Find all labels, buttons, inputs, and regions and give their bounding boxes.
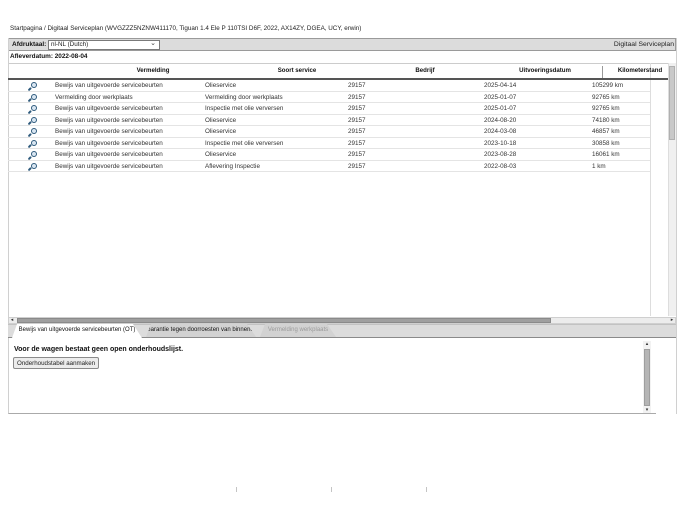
language-select-value: nl-NL (Dutch) — [51, 41, 89, 48]
scan-crop-mark — [331, 487, 332, 492]
col-header-uitvoeringsdatum: Uitvoeringsdatum — [519, 67, 571, 74]
magnifier-icon[interactable] — [28, 93, 37, 102]
arrow-up-icon[interactable]: ▴ — [643, 341, 651, 348]
chevron-down-icon: ⌄ — [150, 40, 156, 47]
scan-crop-mark — [426, 487, 427, 492]
delivery-date: Afleverdatum: 2022-08-04 — [10, 53, 87, 60]
table-row: Bewijs van uitgevoerde servicebeurten Ol… — [8, 115, 650, 126]
cell-kilometerstand: 92765 km — [592, 93, 620, 101]
magnifier-icon[interactable] — [28, 116, 37, 125]
table-horizontal-scrollbar-thumb[interactable] — [17, 318, 551, 323]
cell-uitvoeringsdatum: 2022-08-03 — [484, 162, 517, 170]
cell-bedrijf: 29157 — [348, 93, 366, 101]
table-vertical-scrollbar-thumb[interactable] — [669, 66, 675, 140]
breadcrumb: Startpagina / Digitaal Serviceplan (WVGZ… — [10, 25, 362, 32]
print-language-label: Afdruktaal: — [12, 41, 47, 48]
table-top-border — [8, 63, 676, 64]
cell-bedrijf: 29157 — [348, 151, 366, 158]
cell-bedrijf: 29157 — [348, 128, 366, 135]
tab-garantie-doorroesten[interactable]: Garantie tegen doorroesten van binnenuit — [146, 324, 256, 337]
cell-vermelding: Bewijs van uitgevoerde servicebeurten — [55, 116, 163, 124]
magnifier-icon[interactable] — [28, 128, 37, 137]
cell-soort-service: Olieservice — [205, 82, 237, 89]
app-title: Digitaal Serviceplan — [613, 41, 674, 48]
cell-bedrijf: 29157 — [348, 105, 366, 112]
cell-vermelding: Bewijs van uitgevoerde servicebeurten — [55, 82, 163, 89]
cell-uitvoeringsdatum: 2024-08-20 — [484, 116, 517, 124]
table-row: Bewijs van uitgevoerde servicebeurten In… — [8, 103, 650, 115]
cell-vermelding: Bewijs van uitgevoerde servicebeurten — [55, 128, 163, 135]
cell-bedrijf: 29157 — [348, 162, 366, 170]
cell-uitvoeringsdatum: 2025-01-07 — [484, 93, 517, 101]
magnifier-icon[interactable] — [28, 82, 37, 91]
cell-kilometerstand: 105299 km — [592, 82, 624, 89]
cell-soort-service: Inspectie met olie verversen — [205, 105, 284, 112]
cell-uitvoeringsdatum: 2025-01-07 — [484, 105, 517, 112]
arrow-left-icon[interactable]: ◂ — [8, 317, 16, 324]
cell-vermelding: Vermelding door werkplaats — [55, 93, 133, 101]
service-history-table: Bewijs van uitgevoerde servicebeurten Ol… — [8, 80, 650, 172]
cell-uitvoeringsdatum: 2023-08-28 — [484, 151, 517, 158]
cell-uitvoeringsdatum: 2025-04-14 — [484, 82, 517, 89]
col-header-vermelding: Vermelding — [136, 67, 170, 74]
tab-bewijs-servicebeurten[interactable]: Bewijs van uitgevoerde servicebeurten (O… — [12, 324, 142, 338]
cell-kilometerstand: 1 km — [592, 162, 606, 170]
panel-vertical-scrollbar-thumb[interactable] — [644, 349, 650, 406]
cell-kilometerstand: 92765 km — [592, 105, 620, 112]
cell-uitvoeringsdatum: 2024-03-08 — [484, 128, 517, 135]
cell-kilometerstand: 46857 km — [592, 128, 620, 135]
cell-soort-service: Olieservice — [205, 151, 237, 158]
cell-bedrijf: 29157 — [348, 139, 366, 147]
km-column-divider — [650, 63, 651, 316]
table-row: Bewijs van uitgevoerde servicebeurten Ol… — [8, 149, 650, 161]
language-select[interactable]: nl-NL (Dutch) ⌄ — [48, 40, 160, 50]
cell-vermelding: Bewijs van uitgevoerde servicebeurten — [55, 139, 163, 147]
table-row: Vermelding door werkplaats Vermelding do… — [8, 92, 650, 103]
col-header-bedrijf: Bedrijf — [415, 67, 435, 74]
table-row: Bewijs van uitgevoerde servicebeurten In… — [8, 138, 650, 149]
cell-kilometerstand: 74180 km — [592, 116, 620, 124]
table-row: Bewijs van uitgevoerde servicebeurten Ol… — [8, 80, 650, 92]
tab-vermelding-werkplaats[interactable]: Vermelding werkplaats — [260, 324, 336, 337]
create-maintenance-table-button[interactable]: Onderhoudstabel aanmaken — [13, 357, 100, 369]
cell-kilometerstand: 16061 km — [592, 151, 620, 158]
cell-vermelding: Bewijs van uitgevoerde servicebeurten — [55, 162, 163, 170]
cell-bedrijf: 29157 — [348, 82, 366, 89]
magnifier-icon[interactable] — [28, 151, 37, 160]
col-header-soort-service: Soort service — [277, 67, 317, 74]
cell-soort-service: Olieservice — [205, 128, 237, 135]
cell-soort-service: Olieservice — [205, 116, 237, 124]
arrow-down-icon[interactable]: ▾ — [643, 407, 651, 414]
magnifier-icon[interactable] — [28, 105, 37, 114]
cell-vermelding: Bewijs van uitgevoerde servicebeurten — [55, 105, 163, 112]
cell-kilometerstand: 30858 km — [592, 139, 620, 147]
table-row: Bewijs van uitgevoerde servicebeurten Ol… — [8, 126, 650, 138]
no-open-maintenance-message: Voor de wagen bestaat geen open onderhou… — [14, 346, 184, 353]
cell-uitvoeringsdatum: 2023-10-18 — [484, 139, 517, 147]
cell-soort-service: Inspectie met olie verversen — [205, 139, 284, 147]
magnifier-icon[interactable] — [28, 162, 37, 171]
cell-bedrijf: 29157 — [348, 116, 366, 124]
arrow-right-icon[interactable]: ▸ — [668, 317, 676, 324]
cell-soort-service: Vermelding door werkplaats — [205, 93, 283, 101]
scan-crop-mark — [236, 487, 237, 492]
magnifier-icon[interactable] — [28, 139, 37, 148]
delivery-date-label: Afleverdatum: — [10, 53, 53, 60]
cell-vermelding: Bewijs van uitgevoerde servicebeurten — [55, 151, 163, 158]
content-right-border — [676, 38, 677, 414]
table-row: Bewijs van uitgevoerde servicebeurten Af… — [8, 161, 650, 172]
cell-soort-service: Aflevering Inspectie — [205, 162, 260, 170]
delivery-date-value: 2022-08-04 — [54, 53, 88, 60]
